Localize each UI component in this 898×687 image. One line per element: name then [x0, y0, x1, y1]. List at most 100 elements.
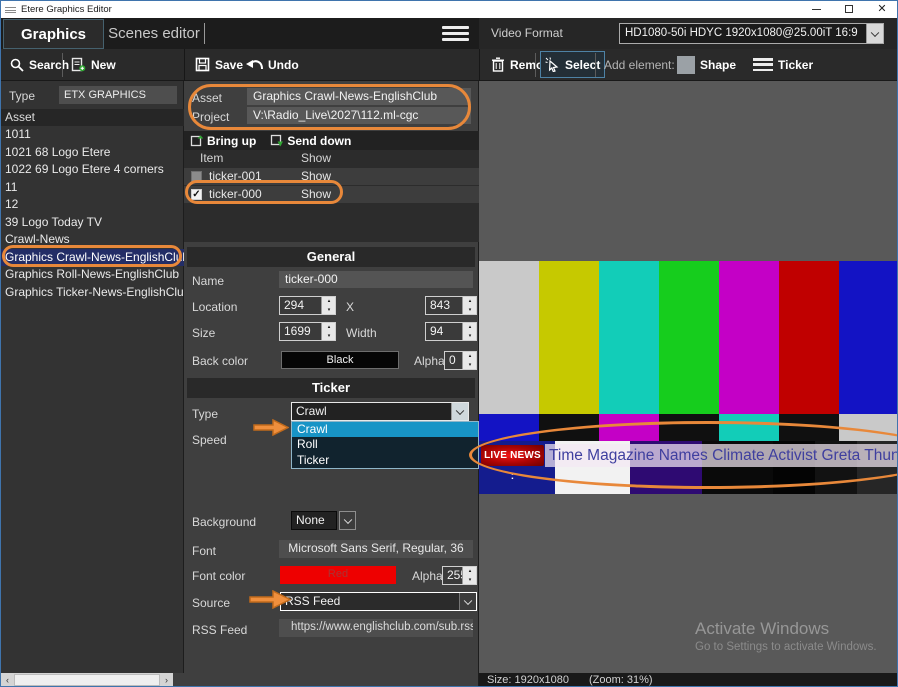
- panel-divider: [479, 49, 480, 81]
- asset-field[interactable]: Graphics Crawl-News-EnglishClub: [247, 88, 471, 105]
- checkbox-unchecked[interactable]: [191, 171, 202, 182]
- arrow-down-icon[interactable]: [463, 306, 477, 315]
- status-bar: Size: 1920x1080 (Zoom: 31%): [479, 673, 898, 687]
- option-crawl[interactable]: Crawl: [292, 422, 478, 437]
- list-item[interactable]: 11: [1, 179, 184, 197]
- tab-bar: Graphics editor Scenes editor: [1, 18, 479, 49]
- tab-separator: [204, 23, 205, 44]
- name-field[interactable]: ticker-000: [279, 271, 473, 288]
- arrow-down-icon[interactable]: [463, 576, 477, 585]
- color-bar: [659, 414, 719, 441]
- font-alpha-stepper[interactable]: 255: [442, 566, 477, 585]
- back-alpha-stepper[interactable]: 0: [444, 351, 477, 370]
- color-bar: [839, 261, 898, 414]
- back-color-swatch[interactable]: Black: [281, 351, 399, 369]
- arrow-up-icon[interactable]: [322, 323, 336, 332]
- stepper-arrows[interactable]: [462, 352, 476, 369]
- list-item[interactable]: 1011: [1, 126, 184, 144]
- stepper-arrows[interactable]: [462, 323, 476, 340]
- arrow-down-icon[interactable]: [463, 332, 477, 341]
- add-ticker-button[interactable]: Ticker: [749, 49, 817, 80]
- minimize-button[interactable]: [801, 1, 831, 18]
- scroll-left-icon[interactable]: ‹: [1, 673, 14, 687]
- asset-browser-panel: Type ETX GRAPHICS Asset 1011 1021 68 Log…: [1, 81, 184, 673]
- type-label: Type: [9, 89, 35, 103]
- tab-scenes-editor[interactable]: Scenes editor: [105, 19, 203, 49]
- option-ticker[interactable]: Ticker: [292, 453, 478, 468]
- chevron-down-icon[interactable]: [459, 593, 476, 610]
- layer-row-ticker-001[interactable]: ticker-001 Show: [184, 168, 479, 185]
- scrollbar-thumb[interactable]: [14, 674, 160, 686]
- location-x-stepper[interactable]: 843: [425, 296, 477, 315]
- scroll-right-icon[interactable]: ›: [160, 673, 173, 687]
- toolbar-row: Search New Save Undo Remove Select Add: [1, 49, 898, 81]
- list-item[interactable]: 1021 68 Logo Etere: [1, 144, 184, 162]
- arrow-up-icon[interactable]: [463, 352, 477, 361]
- width-stepper[interactable]: 94: [425, 322, 477, 341]
- add-element-label: Add element:: [600, 49, 679, 80]
- list-item[interactable]: 39 Logo Today TV: [1, 214, 184, 232]
- list-item[interactable]: Graphics Roll-News-EnglishClub: [1, 266, 184, 284]
- stepper-arrows[interactable]: [462, 567, 476, 584]
- show-toggle[interactable]: Show: [301, 168, 331, 185]
- list-item[interactable]: Crawl-News: [1, 231, 184, 249]
- video-format-label: Video Format: [491, 18, 563, 49]
- list-item[interactable]: Graphics Ticker-News-EnglishClub: [1, 284, 184, 302]
- checkbox-checked[interactable]: ✓: [191, 189, 202, 200]
- list-item[interactable]: 1022 69 Logo Etere 4 corners: [1, 161, 184, 179]
- arrow-up-icon[interactable]: [463, 297, 477, 306]
- show-toggle[interactable]: Show: [301, 186, 331, 203]
- background-select[interactable]: None: [291, 511, 337, 530]
- type-input[interactable]: ETX GRAPHICS: [59, 86, 177, 104]
- list-item-selected[interactable]: Graphics Crawl-News-EnglishClub: [1, 249, 184, 267]
- chevron-down-icon[interactable]: [866, 24, 883, 43]
- horizontal-scrollbar[interactable]: ‹ ›: [1, 673, 173, 687]
- rss-feed-field[interactable]: https://www.englishclub.com/sub.rss: [279, 619, 473, 637]
- size-height-stepper[interactable]: 1699: [279, 322, 336, 341]
- type-select[interactable]: Crawl: [291, 402, 469, 421]
- arrow-up-icon[interactable]: [463, 567, 477, 576]
- video-preview[interactable]: Time Magazine Names Climate Activist Gre…: [479, 261, 898, 494]
- name-label: Name: [192, 274, 224, 288]
- list-item[interactable]: 12: [1, 196, 184, 214]
- undo-button[interactable]: Undo: [242, 49, 303, 80]
- show-column-header: Show: [301, 150, 331, 167]
- color-bar: [599, 414, 659, 441]
- font-alpha-label: Alpha: [412, 569, 443, 583]
- arrow-up-icon[interactable]: [322, 297, 336, 306]
- stepper-arrows[interactable]: [321, 323, 335, 340]
- layer-toolbar: Bring up Send down: [184, 131, 479, 150]
- shape-icon: [677, 56, 695, 74]
- send-down-button[interactable]: Send down: [270, 134, 351, 148]
- maximize-icon: [845, 5, 853, 13]
- arrow-up-icon[interactable]: [463, 323, 477, 332]
- stepper-arrows[interactable]: [462, 297, 476, 314]
- stepper-arrows[interactable]: [321, 297, 335, 314]
- location-y-stepper[interactable]: 294: [279, 296, 336, 315]
- font-field[interactable]: Microsoft Sans Serif, Regular, 36: [279, 540, 473, 558]
- arrow-down-icon[interactable]: [463, 361, 477, 370]
- ticker-overlay[interactable]: Time Magazine Names Climate Activist Gre…: [545, 444, 898, 467]
- menu-icon[interactable]: [442, 26, 469, 41]
- add-shape-button[interactable]: Shape: [673, 49, 740, 80]
- background-chevron-button[interactable]: [339, 511, 356, 530]
- arrow-down-icon[interactable]: [322, 332, 336, 341]
- bring-up-button[interactable]: Bring up: [190, 134, 256, 148]
- layer-row-ticker-000[interactable]: ✓ ticker-000 Show: [184, 186, 479, 203]
- arrow-down-icon[interactable]: [322, 306, 336, 315]
- new-button[interactable]: New: [67, 49, 120, 80]
- tab-graphics-editor[interactable]: Graphics editor: [3, 19, 104, 49]
- project-field[interactable]: V:\Radio_Live\2027\112.ml-cgc: [247, 107, 471, 124]
- video-format-select[interactable]: HD1080-50i HDYC 1920x1080@25.00iT 16:9: [619, 23, 884, 44]
- maximize-button[interactable]: [834, 1, 864, 18]
- asset-field-label: Asset: [192, 91, 222, 105]
- close-button[interactable]: ✕: [867, 1, 897, 18]
- chevron-down-icon[interactable]: [451, 403, 468, 420]
- toolbar-separator: [595, 53, 596, 77]
- option-roll[interactable]: Roll: [292, 437, 478, 452]
- save-button[interactable]: Save: [191, 49, 247, 80]
- source-select[interactable]: RSS Feed: [280, 592, 477, 611]
- font-color-swatch[interactable]: Red: [280, 566, 396, 584]
- window-title: Etere Graphics Editor: [21, 1, 112, 18]
- check-icon: ✓: [192, 189, 200, 200]
